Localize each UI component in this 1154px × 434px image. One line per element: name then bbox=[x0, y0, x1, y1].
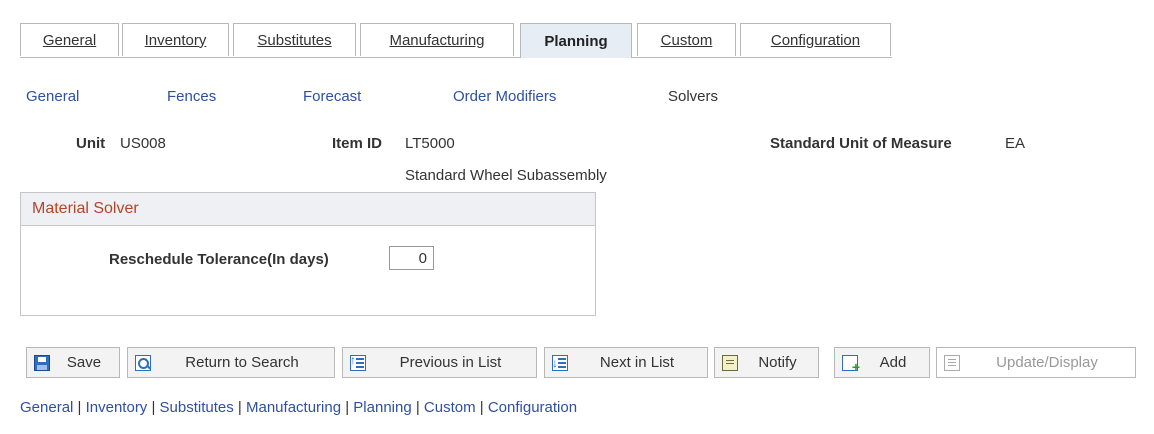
return-to-search-label: Return to Search bbox=[185, 354, 299, 371]
tab-manufacturing[interactable]: Manufacturing bbox=[360, 23, 514, 56]
notify-icon bbox=[722, 354, 738, 371]
return-to-search-icon bbox=[135, 354, 151, 371]
tab-planning[interactable]: Planning bbox=[520, 23, 632, 58]
tab-configuration[interactable]: Configuration bbox=[740, 23, 891, 56]
tab-substitutes[interactable]: Substitutes bbox=[233, 23, 356, 56]
subnav-forecast[interactable]: Forecast bbox=[303, 88, 361, 105]
item-id-value: LT5000 bbox=[405, 135, 455, 152]
footer-link-inventory[interactable]: Inventory bbox=[86, 399, 148, 416]
unit-value: US008 bbox=[120, 135, 166, 152]
tab-custom[interactable]: Custom bbox=[637, 23, 736, 56]
unit-label: Unit bbox=[76, 135, 106, 152]
item-description: Standard Wheel Subassembly bbox=[405, 167, 607, 184]
item-id-label: Item ID bbox=[332, 135, 383, 152]
footer-link-custom[interactable]: Custom bbox=[424, 399, 476, 416]
reschedule-tolerance-input[interactable] bbox=[389, 246, 434, 270]
subnav-solvers: Solvers bbox=[668, 88, 719, 105]
next-in-list-button[interactable]: Next in List bbox=[544, 347, 708, 378]
material-solver-group: Material Solver Reschedule Tolerance(In … bbox=[20, 192, 596, 316]
update-display-label: Update/Display bbox=[996, 354, 1098, 371]
update-display-icon bbox=[944, 354, 960, 371]
tab-inventory[interactable]: Inventory bbox=[122, 23, 229, 56]
tab-general[interactable]: General bbox=[20, 23, 119, 56]
add-button-label: Add bbox=[879, 354, 907, 371]
subnav-general[interactable]: General bbox=[26, 88, 79, 105]
save-button-label: Save bbox=[66, 354, 102, 371]
return-to-search-button[interactable]: Return to Search bbox=[127, 347, 335, 378]
previous-in-list-button[interactable]: Previous in List bbox=[342, 347, 537, 378]
previous-in-list-label: Previous in List bbox=[399, 354, 502, 371]
add-button[interactable]: Add bbox=[834, 347, 930, 378]
subnav-order-modifiers[interactable]: Order Modifiers bbox=[453, 88, 556, 105]
subnav-fences[interactable]: Fences bbox=[167, 88, 216, 105]
previous-in-list-icon bbox=[350, 353, 366, 371]
update-display-button[interactable]: Update/Display bbox=[936, 347, 1136, 378]
footer-link-substitutes[interactable]: Substitutes bbox=[160, 399, 234, 416]
page-tabs: General Inventory Substitutes Manufactur… bbox=[20, 23, 892, 58]
footer-link-general[interactable]: General bbox=[20, 399, 73, 416]
footer-links: General | Inventory | Substitutes | Manu… bbox=[20, 399, 578, 416]
footer-link-planning[interactable]: Planning bbox=[353, 399, 411, 416]
reschedule-tolerance-label: Reschedule Tolerance(In days) bbox=[109, 251, 329, 268]
save-icon bbox=[34, 354, 50, 371]
uom-value: EA bbox=[1005, 135, 1026, 152]
add-icon bbox=[842, 354, 860, 375]
notify-button[interactable]: Notify bbox=[714, 347, 819, 378]
next-in-list-icon bbox=[552, 354, 568, 371]
next-in-list-label: Next in List bbox=[599, 354, 675, 371]
save-button[interactable]: Save bbox=[26, 347, 120, 378]
footer-link-manufacturing[interactable]: Manufacturing bbox=[246, 399, 341, 416]
uom-label: Standard Unit of Measure bbox=[770, 135, 952, 152]
footer-link-configuration[interactable]: Configuration bbox=[488, 399, 577, 416]
material-solver-title: Material Solver bbox=[21, 193, 595, 226]
notify-button-label: Notify bbox=[758, 354, 797, 371]
